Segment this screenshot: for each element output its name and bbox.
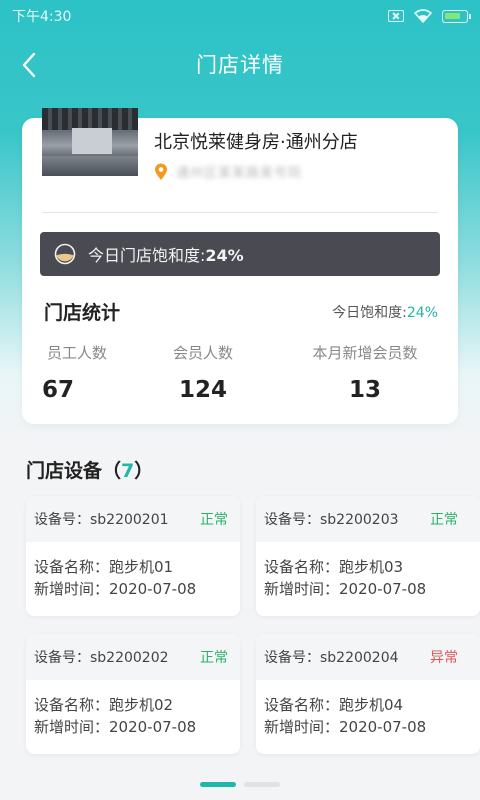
stat-members: 会员人数 124 xyxy=(168,342,238,403)
saturation-gauge-icon xyxy=(54,243,76,265)
page-title: 门店详情 xyxy=(196,53,284,77)
stat-label: 员工人数 xyxy=(46,344,107,362)
device-id: 设备号：sb2200201 xyxy=(34,512,169,528)
device-date: 新增时间：2020-07-08 xyxy=(264,580,427,598)
back-button[interactable] xyxy=(14,50,44,80)
store-photo xyxy=(42,108,138,176)
device-id: 设备号：sb2200203 xyxy=(264,512,399,528)
store-name: 北京悦莱健身房·通州分店 xyxy=(154,132,358,153)
device-status: 异常 xyxy=(430,650,458,666)
device-card[interactable]: 设备号：sb2200204 异常 设备名称：跑步机04 新增时间：2020-07… xyxy=(256,634,480,754)
device-date: 新增时间：2020-07-08 xyxy=(34,580,197,598)
saturation-banner: 今日门店饱和度:24% xyxy=(40,232,440,276)
device-status: 正常 xyxy=(200,650,228,666)
device-date: 新增时间：2020-07-08 xyxy=(264,718,427,736)
chevron-left-icon xyxy=(22,52,36,78)
store-address: 通州区某某路某号院 xyxy=(154,162,302,181)
wifi-icon xyxy=(414,9,432,23)
stat-label: 本月新增会员数 xyxy=(312,344,418,362)
no-sim-icon xyxy=(388,10,404,22)
device-card[interactable]: 设备号：sb2200201 正常 设备名称：跑步机01 新增时间：2020-07… xyxy=(26,496,240,616)
stat-new-members: 本月新增会员数 13 xyxy=(304,342,426,403)
device-card[interactable]: 设备号：sb2200203 正常 设备名称：跑步机03 新增时间：2020-07… xyxy=(256,496,480,616)
device-date: 新增时间：2020-07-08 xyxy=(34,718,197,736)
devices-title: 门店设备（7） xyxy=(26,460,154,482)
stat-label: 会员人数 xyxy=(172,344,233,362)
device-card[interactable]: 设备号：sb2200202 正常 设备名称：跑步机02 新增时间：2020-07… xyxy=(26,634,240,754)
location-pin-icon xyxy=(155,163,167,180)
battery-icon xyxy=(442,9,471,23)
pager-dot-active[interactable] xyxy=(200,782,236,787)
device-status: 正常 xyxy=(200,512,228,528)
saturation-label: 今日门店饱和度: xyxy=(88,246,206,265)
status-bar: 下午4:30 xyxy=(0,0,480,32)
pager-dot[interactable] xyxy=(244,782,280,787)
device-name: 设备名称：跑步机01 xyxy=(34,558,174,576)
device-id: 设备号：sb2200204 xyxy=(264,650,399,666)
stat-value: 124 xyxy=(178,377,227,403)
stats-saturation: 今日饱和度:24% xyxy=(332,302,438,322)
device-name: 设备名称：跑步机04 xyxy=(264,696,404,714)
device-name: 设备名称：跑步机03 xyxy=(264,558,404,576)
nav-bar: 门店详情 xyxy=(0,40,480,88)
device-name: 设备名称：跑步机02 xyxy=(34,696,174,714)
stats-saturation-value: 24% xyxy=(406,305,438,321)
device-id: 设备号：sb2200202 xyxy=(34,650,169,666)
stat-value: 67 xyxy=(42,377,75,403)
store-address-text: 通州区某某路某号院 xyxy=(176,166,303,181)
store-info-card: 北京悦莱健身房·通州分店 通州区某某路某号院 今日门店饱和度:24% 门店统计 … xyxy=(22,108,458,424)
divider xyxy=(42,212,438,213)
stat-staff: 员工人数 67 xyxy=(42,342,112,403)
device-status: 正常 xyxy=(430,512,458,528)
stat-value: 13 xyxy=(348,377,381,403)
stats-title: 门店统计 xyxy=(44,302,121,324)
devices-title-label: 门店设备 xyxy=(26,460,103,482)
devices-count: 7 xyxy=(121,460,135,482)
stats-saturation-label: 今日饱和度: xyxy=(332,305,407,321)
saturation-value: 24% xyxy=(205,246,244,265)
status-time: 下午4:30 xyxy=(12,9,72,25)
